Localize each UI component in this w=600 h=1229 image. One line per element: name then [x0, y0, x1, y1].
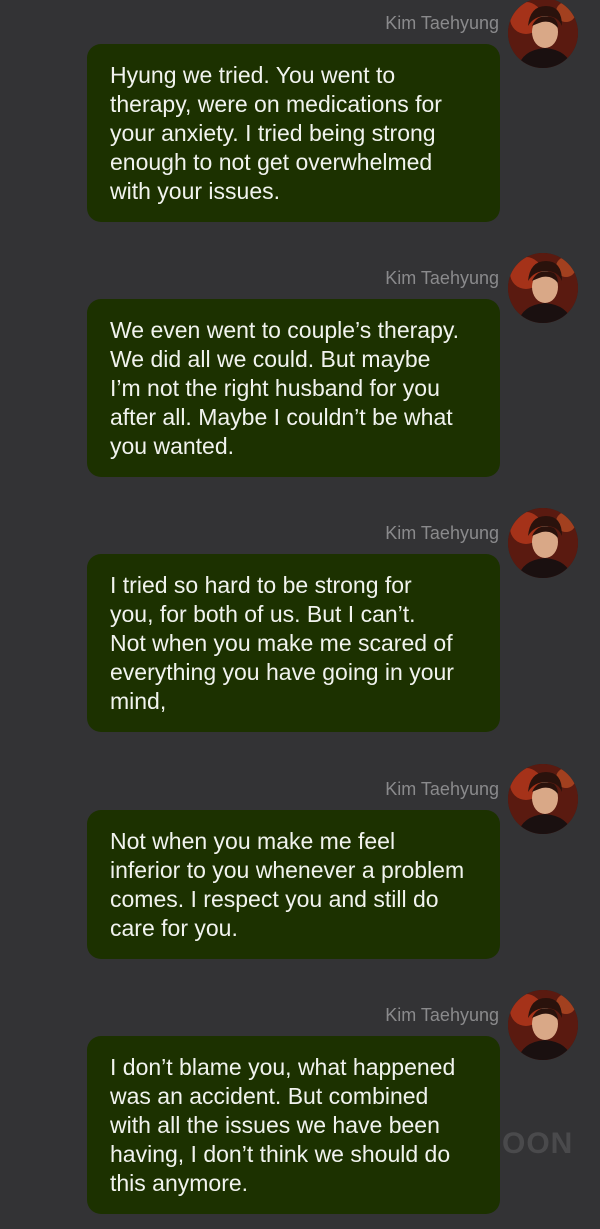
- message-bubble[interactable]: I don’t blame you, what happened was an …: [87, 1036, 500, 1214]
- message-text: Not when you make me feel inferior to yo…: [110, 828, 465, 941]
- avatar[interactable]: [508, 508, 578, 578]
- sender-name: Kim Taehyung: [385, 1005, 499, 1025]
- watermark: OON: [502, 1127, 574, 1160]
- sender-name: Kim Taehyung: [385, 268, 499, 288]
- chat-screen: { "messages": [ { "sender": "Kim Taehyun…: [0, 0, 600, 1229]
- message-text: We even went to couple’s therapy. We did…: [110, 317, 460, 459]
- profile-photo-icon: [508, 990, 578, 1060]
- avatar[interactable]: [508, 253, 578, 323]
- sender-name: Kim Taehyung: [385, 779, 499, 799]
- profile-photo-icon: [508, 0, 578, 68]
- profile-photo-icon: [508, 508, 578, 578]
- message-bubble[interactable]: I tried so hard to be strong for you, fo…: [87, 554, 500, 732]
- message-bubble[interactable]: We even went to couple’s therapy. We did…: [87, 299, 500, 477]
- sender-name: Kim Taehyung: [385, 13, 499, 33]
- message-text: I tried so hard to be strong for you, fo…: [110, 572, 454, 714]
- message-text: I don’t blame you, what happened was an …: [110, 1054, 456, 1196]
- avatar[interactable]: [508, 764, 578, 834]
- avatar[interactable]: [508, 990, 578, 1060]
- message-bubble[interactable]: Hyung we tried. You went to therapy, wer…: [87, 44, 500, 222]
- sender-name: Kim Taehyung: [385, 523, 499, 543]
- profile-photo-icon: [508, 253, 578, 323]
- message-text: Hyung we tried. You went to therapy, wer…: [110, 62, 442, 204]
- avatar[interactable]: [508, 0, 578, 68]
- profile-photo-icon: [508, 764, 578, 834]
- message-bubble[interactable]: Not when you make me feel inferior to yo…: [87, 810, 500, 959]
